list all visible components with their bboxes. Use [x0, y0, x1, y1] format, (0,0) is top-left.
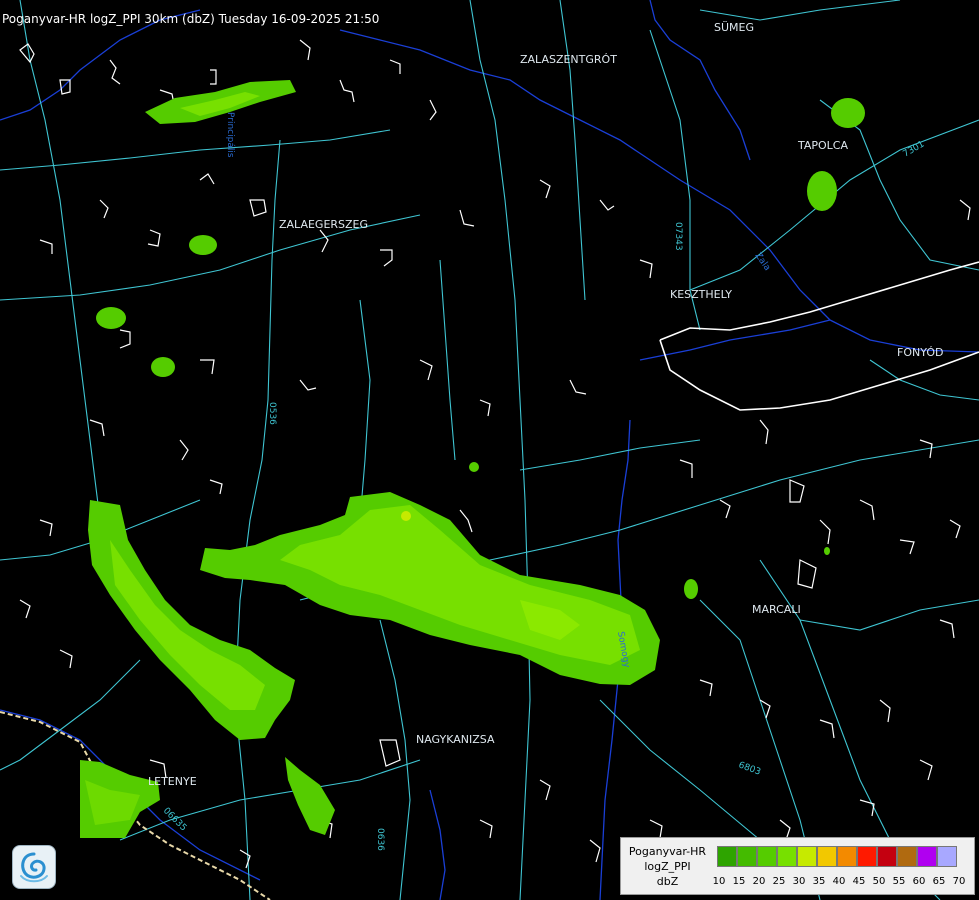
- legend-tick-label: 35: [812, 876, 826, 887]
- legend-tick-label: 50: [872, 876, 886, 887]
- city-label: ZALAEGERSZEG: [279, 218, 368, 231]
- legend-tick-label: 70: [952, 876, 966, 887]
- legend: Poganyvar-HR logZ_PPI dbZ 10 15 20 25 30 35 40…: [620, 837, 975, 895]
- legend-tick-label: 10: [712, 876, 726, 887]
- legend-title: Poganyvar-HR logZ_PPI dbZ: [621, 844, 714, 889]
- legend-swatch: [777, 846, 797, 867]
- legend-swatch: [717, 846, 737, 867]
- city-label: ZALASZENTGRÓT: [520, 53, 617, 66]
- city-label: MARCALI: [752, 603, 801, 616]
- legend-tick-label: 20: [752, 876, 766, 887]
- radar-title: Poganyvar-HR logZ_PPI 30km (dbZ) Tuesday…: [2, 12, 380, 26]
- legend-tick-label: 25: [772, 876, 786, 887]
- river-label: Principális: [225, 112, 235, 158]
- legend-title-line: logZ_PPI: [644, 860, 691, 873]
- road-label: 0636: [375, 828, 385, 851]
- city-label: FONYÓD: [897, 346, 943, 359]
- legend-title-line: dbZ: [656, 875, 679, 888]
- road-label: 07343: [673, 222, 683, 251]
- legend-swatch: [817, 846, 837, 867]
- legend-swatch: [937, 846, 957, 867]
- city-label: LETENYE: [148, 775, 197, 788]
- legend-swatch: [837, 846, 857, 867]
- legend-tick-label: 60: [912, 876, 926, 887]
- legend-tick-label: 55: [892, 876, 906, 887]
- legend-tick-label: 40: [832, 876, 846, 887]
- city-label: TAPOLCA: [797, 139, 848, 152]
- legend-swatch: [877, 846, 897, 867]
- legend-tick-label: 15: [732, 876, 746, 887]
- legend-swatch: [757, 846, 777, 867]
- swirl-icon: [20, 852, 48, 883]
- legend-tick-label: 30: [792, 876, 806, 887]
- road-label: 0536: [267, 402, 277, 425]
- city-label: KESZTHELY: [670, 288, 732, 301]
- legend-swatch: [917, 846, 937, 867]
- city-label: NAGYKANIZSA: [416, 733, 495, 746]
- legend-swatch: [737, 846, 757, 867]
- legend-swatch: [857, 846, 877, 867]
- legend-swatch: [797, 846, 817, 867]
- legend-title-line: Poganyvar-HR: [628, 845, 707, 858]
- radar-map: SÜMEG ZALASZENTGRÓT TAPOLCA ZALAEGERSZEG…: [0, 0, 979, 900]
- legend-swatch: [897, 846, 917, 867]
- legend-color-bar: [717, 846, 957, 867]
- city-label: SÜMEG: [714, 21, 754, 34]
- weather-service-logo: [12, 845, 56, 889]
- legend-tick-label: 65: [932, 876, 946, 887]
- legend-tick-label: 45: [852, 876, 866, 887]
- legend-ticks: 10 15 20 25 30 35 40 45 50 55 60 65 70: [709, 876, 969, 887]
